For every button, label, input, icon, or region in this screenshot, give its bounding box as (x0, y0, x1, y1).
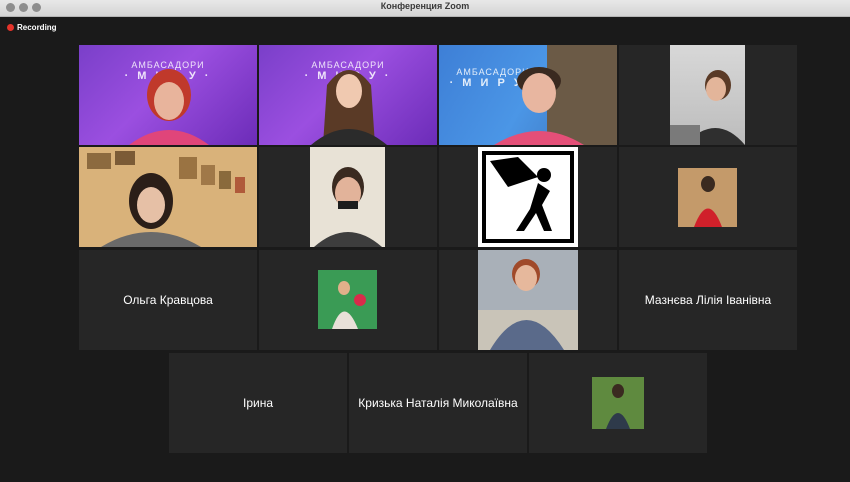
participant-video (87, 151, 245, 247)
participant-avatar (592, 377, 644, 429)
participant-name: Ольга Кравцова (123, 293, 213, 307)
participant-avatar (678, 168, 737, 227)
participant-tile[interactable]: Ірина (169, 353, 347, 453)
participant-video-tile[interactable] (619, 45, 797, 145)
participant-video (311, 70, 387, 145)
participant-tile[interactable] (259, 250, 437, 350)
participant-video-tile[interactable] (259, 147, 437, 247)
recording-indicator[interactable]: Recording (7, 23, 57, 32)
window-title: Конференция Zoom (380, 1, 470, 11)
participant-video-tile[interactable] (619, 147, 797, 247)
participant-tile[interactable]: Ольга Кравцова (79, 250, 257, 350)
participant-tile[interactable] (439, 250, 617, 350)
participant-video-tile[interactable]: АМБАСАДОРИ · М И Р У · (79, 45, 257, 145)
participant-avatar (478, 250, 578, 350)
participant-name: Мазнєва Лілія Іванівна (644, 293, 772, 307)
window-titlebar: Конференция Zoom (0, 0, 850, 17)
participant-video (494, 67, 584, 145)
recording-label: Recording (17, 23, 57, 32)
participant-video (129, 69, 209, 145)
participant-video-tile[interactable]: АМБАСАДОРИ · М И Р У · (439, 45, 617, 145)
participant-video (310, 147, 385, 247)
participant-avatar (478, 147, 578, 247)
recording-dot-icon (7, 24, 14, 31)
participant-tile[interactable]: Кризька Наталія Миколаївна (349, 353, 527, 453)
participant-name: Кризька Наталія Миколаївна (358, 396, 518, 410)
participant-avatar (318, 270, 377, 329)
participant-name: Ірина (242, 396, 273, 410)
participant-video-tile[interactable] (439, 147, 617, 247)
participant-tile[interactable] (529, 353, 707, 453)
participant-video-tile[interactable] (79, 147, 257, 247)
participant-video-tile[interactable]: АМБАСАДОРИ · М И Р У · (259, 45, 437, 145)
participant-tile[interactable]: Мазнєва Лілія Іванівна (619, 250, 797, 350)
participant-video (670, 45, 745, 145)
